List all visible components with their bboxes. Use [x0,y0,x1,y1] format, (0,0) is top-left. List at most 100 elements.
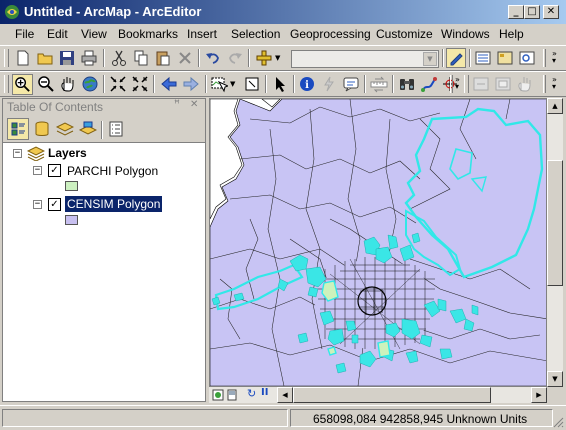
search-window-icon[interactable] [518,49,536,67]
pause-drawing-icon[interactable]: II [261,387,268,398]
table-of-contents-window-icon[interactable] [474,49,492,67]
toolbar-overflow-icon[interactable]: » ▾ [552,50,557,65]
minimize-button[interactable]: _ [508,5,524,19]
layer-expander[interactable]: − [33,166,42,175]
fixed-zoom-out-icon[interactable] [131,75,149,93]
layer-visibility-checkbox[interactable]: ✓ [48,198,61,211]
undo-icon[interactable] [204,49,222,67]
editor-toolbar-icon [450,53,463,66]
identify-icon[interactable]: i [298,75,316,93]
options-icon[interactable] [107,120,125,138]
layer-expander[interactable]: − [33,200,42,209]
map-canvas[interactable] [210,99,546,386]
layer-name-parchi[interactable]: PARCHI Polygon [67,164,158,178]
pin-icon[interactable]: ꟸ [174,99,180,110]
menu-insert[interactable]: Insert [187,27,217,41]
select-elements-icon[interactable] [271,75,289,93]
menu-selection[interactable]: Selection [231,27,280,41]
menu-windows[interactable]: Windows [441,27,490,41]
forward-extent-icon[interactable] [182,75,200,93]
menu-geoprocessing[interactable]: Geoprocessing [290,27,371,41]
menu-customize[interactable]: Customize [376,27,433,41]
standard-toolbar: ▼ ▼ » ▾ [0,45,566,71]
open-folder-icon[interactable] [36,49,54,67]
save-icon[interactable] [58,49,76,67]
maximize-button[interactable]: □ [524,5,540,19]
toolbar-overflow-icon[interactable]: » ▾ [552,76,557,91]
close-icon[interactable]: ✕ [190,99,198,110]
zoom-in-button[interactable] [12,74,33,95]
resize-grip-icon[interactable] [552,416,564,428]
map-scale-combo[interactable]: ▼ [291,50,439,68]
hyperlink-icon[interactable] [320,75,338,93]
toc-toolbar [3,115,205,143]
pan-icon[interactable] [59,75,77,93]
redo-icon[interactable] [226,49,244,67]
menu-file[interactable]: File [15,27,34,41]
toolbar-grip[interactable] [4,49,9,67]
select-features-icon[interactable] [210,75,228,93]
list-by-source-icon[interactable] [33,120,51,138]
map-display[interactable] [209,98,547,387]
copy-icon[interactable] [132,49,150,67]
layers-dataframe-icon [27,146,45,161]
chevron-down-icon[interactable]: ▼ [423,52,437,66]
menu-view[interactable]: View [81,27,107,41]
list-by-visibility-icon[interactable] [56,120,74,138]
horizontal-scroll-thumb[interactable] [293,387,491,403]
cut-icon[interactable] [110,49,128,67]
scroll-left-button[interactable]: ◀ [277,387,293,403]
toolbar-grip[interactable] [464,75,469,93]
fixed-zoom-in-icon[interactable] [109,75,127,93]
clear-selection-icon[interactable] [243,75,261,93]
coordinate-readout: 658098,084 942858,945 Unknown Units [313,412,528,426]
refresh-icon[interactable]: ↻ [247,387,256,400]
svg-text:i: i [305,80,309,91]
zoom-out-icon[interactable] [37,75,55,93]
list-by-drawing-order-button[interactable] [7,118,29,140]
create-viewer-window-icon[interactable] [494,75,512,93]
list-by-selection-icon[interactable] [79,120,97,138]
select-dropdown-icon[interactable]: ▼ [230,80,235,88]
vertical-scrollbar[interactable]: ▲ ▼ [547,98,563,387]
close-button[interactable]: ✕ [543,5,559,19]
toolbar-overflow-icon[interactable]: » ▾ [455,76,460,91]
new-document-icon[interactable] [14,49,32,67]
layers-expander[interactable]: − [13,149,22,158]
add-data-icon[interactable] [255,49,273,67]
layer-name-censim[interactable]: CENSIM Polygon [63,195,164,213]
print-icon[interactable] [80,49,98,67]
html-popup-icon[interactable] [342,75,360,93]
censim-symbol-swatch[interactable] [65,215,78,225]
paste-icon[interactable] [154,49,172,67]
menu-help[interactable]: Help [499,27,524,41]
full-extent-icon[interactable] [81,75,99,93]
table-of-contents-panel [2,98,206,402]
window-title: Untitled - ArcMap - ArcEditor [24,4,202,19]
parchi-symbol-swatch[interactable] [65,181,78,191]
status-message-panel [2,409,288,427]
find-icon[interactable] [398,75,416,93]
menu-bookmarks[interactable]: Bookmarks [118,27,178,41]
data-view-icon[interactable] [212,389,224,401]
scroll-down-button[interactable]: ▼ [547,371,563,387]
back-extent-icon[interactable] [160,75,178,93]
horizontal-scrollbar[interactable]: ↻ II ◀ ▶ [209,387,547,403]
layer-visibility-checkbox[interactable]: ✓ [48,164,61,177]
editor-toolbar-button[interactable] [446,48,466,68]
delete-icon[interactable] [176,49,194,67]
find-route-icon[interactable] [420,75,438,93]
layers-root-label[interactable]: Layers [48,146,87,160]
time-slider-icon[interactable] [472,75,490,93]
catalog-window-icon[interactable] [496,49,514,67]
scroll-up-button[interactable]: ▲ [547,98,563,114]
add-data-dropdown-icon[interactable]: ▼ [275,54,280,62]
scroll-right-button[interactable]: ▶ [531,387,547,403]
measure-icon[interactable] [370,75,388,93]
pan-icon[interactable] [516,75,534,93]
status-bar: 658098,084 942858,945 Unknown Units [0,405,566,430]
menu-edit[interactable]: Edit [47,27,68,41]
vertical-scroll-thumb[interactable] [547,160,563,286]
toolbar-grip[interactable] [4,75,9,93]
layout-view-icon[interactable] [226,389,238,401]
